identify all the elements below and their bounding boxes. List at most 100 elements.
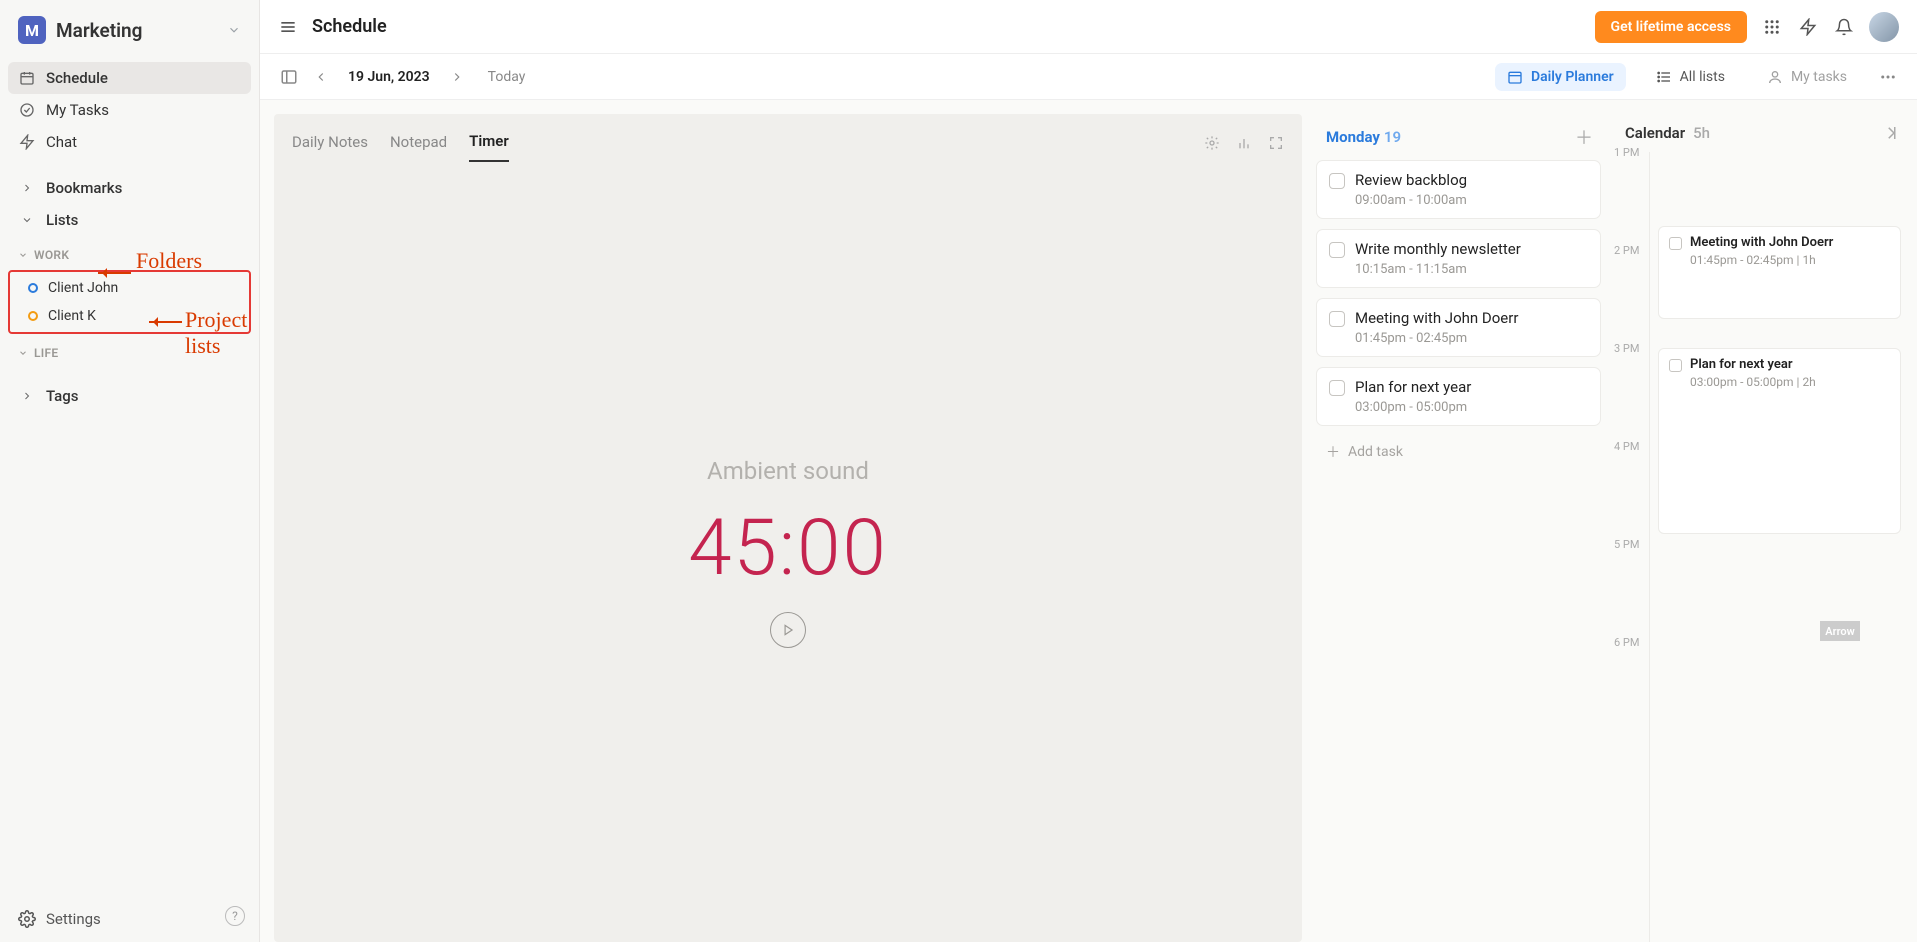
prev-day-button[interactable] (310, 70, 332, 84)
cta-lifetime-button[interactable]: Get lifetime access (1595, 11, 1747, 43)
task-checkbox[interactable] (1329, 311, 1345, 327)
list-color-dot-icon (28, 311, 38, 321)
list-color-dot-icon (28, 283, 38, 293)
task-checkbox[interactable] (1329, 173, 1345, 189)
task-time: 09:00am - 10:00am (1355, 193, 1467, 208)
task-title: Write monthly newsletter (1355, 240, 1521, 258)
task-time: 01:45pm - 02:45pm (1355, 331, 1518, 346)
day-weekday: Monday (1326, 128, 1380, 146)
tab-timer[interactable]: Timer (469, 124, 509, 162)
calendar-icon (1507, 69, 1523, 85)
view-all-lists[interactable]: All lists (1644, 63, 1737, 91)
sidebar-list-label: Client K (48, 308, 96, 324)
avatar[interactable] (1869, 12, 1899, 42)
sidebar-list-client-john[interactable]: Client John (10, 274, 249, 302)
calendar-duration: 5h (1693, 124, 1710, 142)
chevron-right-icon (18, 179, 36, 197)
task-title: Meeting with John Doerr (1355, 309, 1518, 327)
calendar-hour-label: 6 PM (1614, 636, 1639, 649)
chevron-down-icon (18, 348, 28, 358)
task-checkbox[interactable] (1329, 380, 1345, 396)
panel-toggle-icon[interactable] (278, 68, 300, 86)
list-icon (1656, 69, 1672, 85)
annotation-arrow-icon (98, 272, 131, 274)
sidebar-item-tags[interactable]: Tags (8, 380, 251, 412)
sidebar-item-label: Lists (46, 211, 78, 229)
annotation-arrow-icon (149, 321, 182, 323)
task-title: Review backblog (1355, 171, 1467, 189)
content-grid: Daily Notes Notepad Timer Ambient sound (260, 100, 1917, 942)
lightning-icon[interactable] (1797, 16, 1819, 38)
chevron-down-icon (227, 23, 241, 37)
check-circle-icon (18, 101, 36, 119)
workspace-switcher[interactable]: M Marketing (0, 0, 259, 52)
event-meta: 01:45pm - 02:45pm | 1h (1690, 253, 1890, 267)
chevron-down-icon (18, 211, 36, 229)
task-card[interactable]: Meeting with John Doerr 01:45pm - 02:45p… (1316, 298, 1601, 357)
task-card[interactable]: Review backblog 09:00am - 10:00am (1316, 160, 1601, 219)
bell-icon[interactable] (1833, 16, 1855, 38)
sidebar-item-label: Settings (46, 910, 101, 928)
apps-grid-icon[interactable] (1761, 16, 1783, 38)
sidebar-item-mytasks[interactable]: My Tasks (8, 94, 251, 126)
event-meta: 03:00pm - 05:00pm | 2h (1690, 375, 1890, 389)
hamburger-icon[interactable] (278, 17, 298, 37)
main-area: Schedule Get lifetime access 19 Jun, 202… (260, 0, 1917, 942)
day-column-header: Monday 19 ＋ (1316, 114, 1601, 160)
sidebar-folder-life[interactable]: LIFE (0, 340, 259, 366)
sidebar-item-label: Schedule (46, 69, 108, 87)
current-date[interactable]: 19 Jun, 2023 (348, 69, 430, 85)
next-day-button[interactable] (446, 70, 468, 84)
page-title: Schedule (312, 16, 387, 37)
calendar-hour-label: 1 PM (1614, 146, 1639, 159)
sidebar-item-label: Chat (46, 133, 77, 151)
task-card[interactable]: Write monthly newsletter 10:15am - 11:15… (1316, 229, 1601, 288)
calendar-title: Calendar (1625, 124, 1685, 142)
ambient-sound-label[interactable]: Ambient sound (707, 457, 869, 485)
add-task-button[interactable]: ＋ Add task (1316, 436, 1601, 468)
timer-value: 45:00 (688, 503, 887, 594)
add-task-label: Add task (1348, 444, 1403, 460)
sidebar-item-chat[interactable]: Chat (8, 126, 251, 158)
collapse-icon[interactable] (1879, 124, 1897, 142)
gear-icon[interactable] (1204, 135, 1220, 151)
fullscreen-icon[interactable] (1268, 135, 1284, 151)
add-task-icon[interactable]: ＋ (1575, 124, 1593, 150)
view-my-tasks[interactable]: My tasks (1755, 63, 1859, 91)
lightning-icon (18, 133, 36, 151)
sidebar-item-lists[interactable]: Lists (8, 204, 251, 236)
tab-daily-notes[interactable]: Daily Notes (292, 125, 368, 161)
notes-tabs: Daily Notes Notepad Timer (274, 114, 1302, 162)
task-list: Review backblog 09:00am - 10:00am Write … (1316, 160, 1601, 436)
event-checkbox[interactable] (1669, 359, 1682, 372)
help-icon[interactable]: ? (225, 906, 245, 926)
calendar-grid[interactable]: 1 PM2 PM3 PM4 PM5 PM6 PM Meeting with Jo… (1649, 152, 1905, 942)
sidebar-folder-work[interactable]: WORK (0, 242, 259, 268)
sidebar-item-bookmarks[interactable]: Bookmarks (8, 172, 251, 204)
sidebar-item-settings[interactable]: Settings (0, 896, 259, 942)
more-icon[interactable] (1877, 68, 1899, 86)
chevron-down-icon (18, 250, 28, 260)
calendar-hour-label: 3 PM (1614, 342, 1639, 355)
view-daily-planner[interactable]: Daily Planner (1495, 63, 1626, 91)
calendar-header: Calendar 5h (1615, 114, 1905, 152)
calendar-event[interactable]: Plan for next year 03:00pm - 05:00pm | 2… (1658, 348, 1901, 534)
topbar: Schedule Get lifetime access (260, 0, 1917, 54)
event-checkbox[interactable] (1669, 237, 1682, 250)
task-card[interactable]: Plan for next year 03:00pm - 05:00pm (1316, 367, 1601, 426)
sidebar-item-label: Tags (46, 387, 78, 405)
sidebar-item-schedule[interactable]: Schedule (8, 62, 251, 94)
event-title: Plan for next year (1690, 357, 1793, 372)
notes-column: Daily Notes Notepad Timer Ambient sound (274, 114, 1302, 942)
view-label: My tasks (1791, 69, 1847, 85)
sidebar-list-client-k[interactable]: Client K (10, 302, 249, 330)
calendar-icon (18, 69, 36, 87)
workspace-icon: M (18, 16, 46, 44)
timer-area: Ambient sound 45:00 (274, 162, 1302, 942)
play-button[interactable] (770, 612, 806, 648)
task-checkbox[interactable] (1329, 242, 1345, 258)
today-button[interactable]: Today (488, 69, 526, 85)
calendar-event[interactable]: Meeting with John Doerr 01:45pm - 02:45p… (1658, 226, 1901, 319)
chart-icon[interactable] (1236, 135, 1252, 151)
tab-notepad[interactable]: Notepad (390, 125, 447, 161)
